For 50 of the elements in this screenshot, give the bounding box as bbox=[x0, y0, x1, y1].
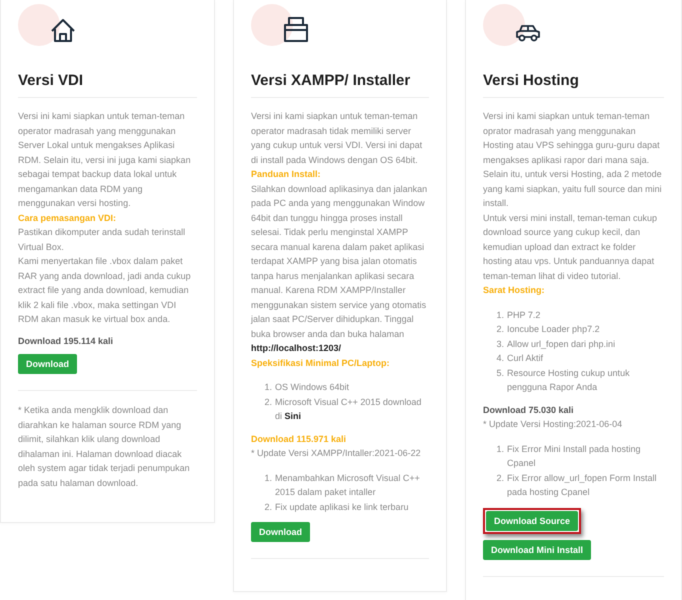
list-number: 2. bbox=[263, 500, 272, 514]
download-count: Download 115.971 kali bbox=[251, 432, 348, 446]
list-item: Fix Error allow_url_fopen Form Install pada hosting Cpanel bbox=[507, 472, 658, 499]
body-text: Untuk versi mini install, teman-teman cukup download source yang cukup kecil, dan kemudian upload dan extract ke folder hosting atau vps. Untuk panduannya dapat teman-teman lihat di video tutorial. bbox=[483, 212, 658, 282]
body-text: Pastikan dikomputer anda sudah terinstall Virtual Box. bbox=[18, 226, 186, 254]
list-item: Menambahkan Microsoft Visual C++ 2015 dalam paket intaller bbox=[275, 472, 421, 499]
download-count: Download 195.114 kali bbox=[18, 334, 114, 348]
list-item: Fix Error Mini Install pada hosting Cpanel bbox=[507, 442, 642, 470]
body-text: Versi ini kami siapkan untuk teman-teman operator madrasah yang menggunakan Server Lokal untuk mengakses Aplikasi RDM. Selain itu, versi ini juga kami siapkan sebagai tempat backup data lokal untuk mengamankan data RDM yang menggunakan versi hosting. bbox=[18, 110, 192, 210]
list-number: 2. bbox=[495, 323, 504, 336]
house-icon bbox=[18, 4, 75, 46]
download-button[interactable]: Download bbox=[18, 354, 77, 374]
body-text: Kami menyertakan file .vbox dalam paket RAR yang anda download, jadi anda cukup extract file yang anda download, kemudian klik 2 kali file .vbox, maka settingan VDI RDM akan masuk ke virtual box anda. bbox=[18, 255, 192, 326]
body-text: * Update Versi Hosting:2021-06-04 bbox=[483, 418, 624, 431]
note-text: * Ketika anda mengklik download dan diarahkan ke halaman source RDM yang dilimit, silahkan klik ulang download dihalaman ini. Halaman download diacak oleh system agar tidak terjadi penumpukan pada satu halaman download. bbox=[18, 404, 191, 490]
card-title: Versi Hosting bbox=[483, 71, 580, 91]
list-number: 2. bbox=[263, 396, 272, 408]
list-number: 1. bbox=[495, 442, 504, 456]
list-item: Fix update aplikasi ke link terbaru bbox=[275, 500, 410, 514]
card-title: Versi VDI bbox=[18, 71, 84, 91]
bag-icon bbox=[251, 4, 308, 46]
body-text: Versi ini kami siapkan untuk teman-teman oprator madrasah yang menggunakan Hosting atau VPS sehingga guru-guru dapat mengakses aplikasi rapor dari mana saja. bbox=[483, 110, 661, 167]
list-number: 2. bbox=[495, 472, 504, 484]
download-count: Download 75.030 kali bbox=[483, 404, 575, 416]
list-number: 4. bbox=[495, 352, 504, 365]
list-number: 5. bbox=[495, 366, 504, 380]
body-text: Versi ini kami siapkan untuk teman-teman operator madrasah tidak memiliki server yang cukup untuk versi VDI. Versi ini dapat di install pada Windows dengan OS 64bit. bbox=[251, 110, 424, 167]
car-icon bbox=[483, 4, 540, 46]
section-heading: Speksifikasi Minimal PC/Laptop: bbox=[251, 356, 391, 370]
list-number: 3. bbox=[495, 338, 504, 350]
list-item: Curl Aktif bbox=[507, 352, 544, 365]
download-button[interactable]: Download bbox=[251, 522, 310, 542]
section-heading: Sarat Hosting: bbox=[483, 284, 546, 297]
section-heading: Panduan Install: bbox=[251, 168, 322, 181]
list-item: Microsoft Visual C++ 2015 download di Sini bbox=[275, 396, 422, 423]
list-item: Allow url_fopen dari php.ini bbox=[507, 338, 616, 351]
body-text: Silahkan download aplikasinya dan jalankan pada PC anda yang menggunakan Window 64bit dan tunggu hingga proses install selesai. Tidak perlu menginstal XAMPP secara manual karena dalam paket aplikasi terdapat XAMPP yang bisa jalan otomatis tanpa harus menjalankan aplikasi secara manual. Karena RDM XAMPP/Installer menggunakan sistem service yang otomatis jalan saat PC/Server dihidupkan. Tinggal buka browser anda dan buka halaman http://localhost:1203/ bbox=[251, 182, 428, 355]
list-item: Resource Hosting cukup untuk pengguna Rapor Anda bbox=[507, 366, 631, 394]
section-heading: Cara pemasangan VDI: bbox=[18, 212, 118, 225]
list-item: PHP 7.2 bbox=[507, 308, 542, 322]
download-button[interactable]: Download Source bbox=[486, 510, 578, 530]
card-title: Versi XAMPP/ Installer bbox=[251, 71, 412, 91]
list-number: 1. bbox=[263, 472, 272, 484]
list-item: OS Windows 64bit bbox=[275, 381, 350, 394]
download-button[interactable]: Download Mini Install bbox=[483, 540, 591, 560]
list-number: 1. bbox=[495, 308, 504, 322]
body-text: * Update Versi XAMPP/Intaller:2021-06-22 bbox=[251, 447, 422, 460]
list-number: 1. bbox=[263, 381, 272, 394]
list-item: Ioncube Loader php7.2 bbox=[507, 323, 601, 336]
body-text: Selain itu, untuk versi Hosting, ada 2 metode yang kami siapkan, yaitu full source dan mini install. bbox=[483, 168, 663, 210]
